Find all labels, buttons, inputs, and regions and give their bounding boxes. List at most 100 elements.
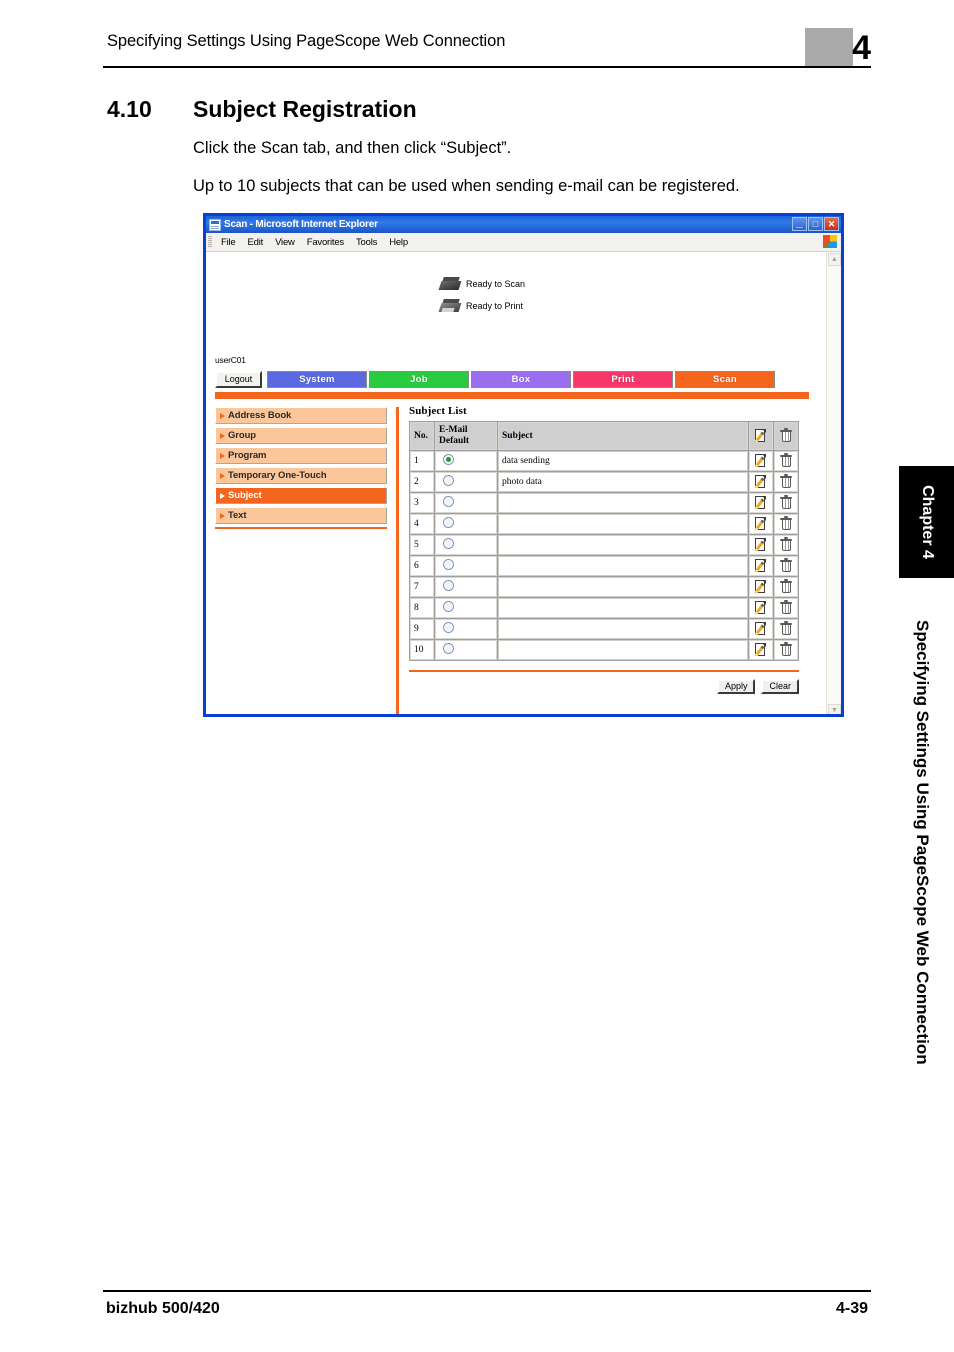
row-subject[interactable]: [498, 493, 748, 513]
sidebar-item-temporary-one-touch[interactable]: Temporary One-Touch: [215, 467, 387, 484]
default-radio[interactable]: [443, 643, 454, 654]
row-edit-button[interactable]: [749, 472, 773, 492]
footer-page-number: 4-39: [835, 1300, 868, 1317]
edit-icon: [754, 622, 768, 636]
row-delete-button[interactable]: [774, 640, 798, 660]
tab-job[interactable]: Job: [369, 371, 469, 388]
row-edit-button[interactable]: [749, 451, 773, 471]
menu-tools[interactable]: Tools: [350, 237, 383, 248]
vertical-scrollbar[interactable]: ▲ ▼: [826, 252, 841, 714]
row-delete-button[interactable]: [774, 577, 798, 597]
menu-favorites[interactable]: Favorites: [301, 237, 350, 248]
tab-print[interactable]: Print: [573, 371, 673, 388]
default-radio[interactable]: [443, 538, 454, 549]
row-delete-button[interactable]: [774, 598, 798, 618]
row-delete-button[interactable]: [774, 451, 798, 471]
row-default-cell: [435, 577, 497, 597]
sidebar-content-divider: [396, 407, 399, 714]
apply-button[interactable]: Apply: [716, 679, 756, 694]
row-edit-button[interactable]: [749, 619, 773, 639]
edit-icon: [754, 601, 768, 615]
logout-button[interactable]: Logout: [215, 371, 262, 388]
row-edit-button[interactable]: [749, 598, 773, 618]
scroll-up-icon[interactable]: ▲: [828, 253, 841, 266]
row-edit-button[interactable]: [749, 493, 773, 513]
trash-icon: [780, 495, 792, 510]
tab-scan[interactable]: Scan: [675, 371, 775, 388]
default-radio[interactable]: [443, 601, 454, 612]
menu-help[interactable]: Help: [383, 237, 414, 248]
row-subject[interactable]: [498, 619, 748, 639]
row-subject[interactable]: photo data: [498, 472, 748, 492]
sidebar-item-address-book[interactable]: Address Book: [215, 407, 387, 424]
menu-edit[interactable]: Edit: [242, 237, 270, 248]
row-delete-button[interactable]: [774, 556, 798, 576]
tab-system[interactable]: System: [267, 371, 367, 388]
sidebar-item-label: Text: [228, 510, 247, 521]
row-number: 6: [410, 556, 434, 576]
footer-rule: [103, 1290, 871, 1292]
edit-icon: [754, 454, 768, 468]
accent-bar: [215, 392, 809, 399]
table-header-row: No. E-Mail Default Subject: [410, 422, 798, 450]
sidebar-item-text[interactable]: Text: [215, 507, 387, 524]
row-subject[interactable]: [498, 535, 748, 555]
edit-icon: [754, 538, 768, 552]
column-header-no: No.: [410, 422, 434, 450]
default-radio[interactable]: [443, 454, 454, 465]
table-row: 1 data sending: [410, 451, 798, 471]
row-edit-button[interactable]: [749, 535, 773, 555]
sidebar-item-group[interactable]: Group: [215, 427, 387, 444]
row-edit-button[interactable]: [749, 577, 773, 597]
row-edit-button[interactable]: [749, 640, 773, 660]
sidebar-item-subject[interactable]: Subject: [215, 487, 387, 504]
trash-icon: [780, 453, 792, 468]
clear-button[interactable]: Clear: [761, 679, 799, 694]
tab-box[interactable]: Box: [471, 371, 571, 388]
column-header-email-default: E-Mail Default: [435, 422, 497, 450]
row-subject[interactable]: data sending: [498, 451, 748, 471]
minimize-button[interactable]: _: [792, 216, 807, 231]
body-paragraph-2: Up to 10 subjects that can be used when …: [193, 177, 740, 195]
row-delete-button[interactable]: [774, 535, 798, 555]
edit-icon: [754, 475, 768, 489]
browser-titlebar: Scan - Microsoft Internet Explorer _ □ ✕: [206, 216, 841, 233]
chevron-right-icon: [220, 492, 225, 499]
default-radio[interactable]: [443, 475, 454, 486]
scroll-down-icon[interactable]: ▼: [828, 704, 841, 714]
default-radio[interactable]: [443, 496, 454, 507]
row-edit-button[interactable]: [749, 556, 773, 576]
body-paragraph-1: Click the Scan tab, and then click “Subj…: [193, 139, 512, 157]
menu-grip[interactable]: [208, 236, 212, 248]
row-delete-button[interactable]: [774, 619, 798, 639]
trash-icon: [780, 428, 792, 443]
browser-window: Scan - Microsoft Internet Explorer _ □ ✕…: [203, 213, 844, 717]
row-default-cell: [435, 493, 497, 513]
row-subject[interactable]: [498, 598, 748, 618]
menu-view[interactable]: View: [269, 237, 301, 248]
chapter-number: 4: [852, 29, 871, 67]
row-delete-button[interactable]: [774, 472, 798, 492]
row-subject[interactable]: [498, 556, 748, 576]
table-row: 6: [410, 556, 798, 576]
row-number: 3: [410, 493, 434, 513]
row-number: 2: [410, 472, 434, 492]
form-button-row: Apply Clear: [409, 679, 799, 694]
sidebar-item-label: Subject: [228, 490, 262, 501]
column-header-delete: [774, 422, 798, 450]
default-radio[interactable]: [443, 559, 454, 570]
menu-file[interactable]: File: [215, 237, 242, 248]
close-button[interactable]: ✕: [824, 217, 839, 231]
default-radio[interactable]: [443, 580, 454, 591]
row-subject[interactable]: [498, 514, 748, 534]
maximize-button[interactable]: □: [808, 217, 823, 231]
row-subject[interactable]: [498, 640, 748, 660]
row-delete-button[interactable]: [774, 514, 798, 534]
row-delete-button[interactable]: [774, 493, 798, 513]
default-radio[interactable]: [443, 622, 454, 633]
sidebar-item-program[interactable]: Program: [215, 447, 387, 464]
row-edit-button[interactable]: [749, 514, 773, 534]
default-radio[interactable]: [443, 517, 454, 528]
side-running-title: Specifying Settings Using PageScope Web …: [902, 620, 942, 1180]
row-subject[interactable]: [498, 577, 748, 597]
